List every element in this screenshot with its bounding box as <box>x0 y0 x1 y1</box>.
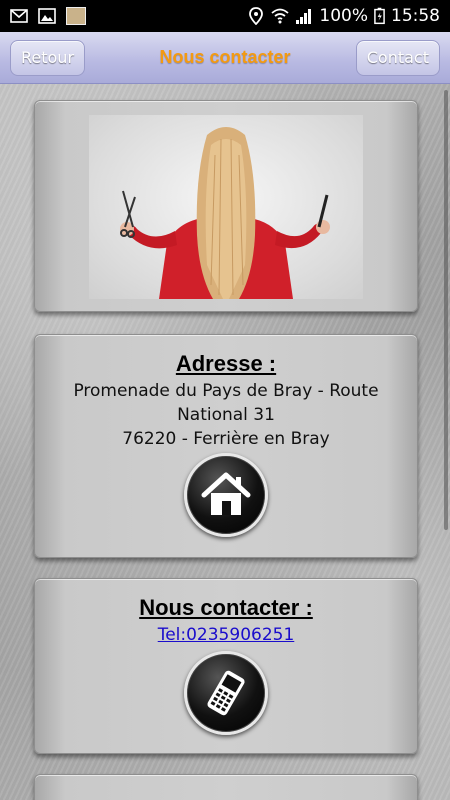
address-line-3: 76220 - Ferrière en Bray <box>122 429 330 449</box>
location-icon <box>249 7 264 25</box>
signal-icon <box>296 9 312 24</box>
home-icon <box>201 472 251 515</box>
clock: 15:58 <box>391 6 440 26</box>
gallery-icon <box>38 8 56 24</box>
gmail-icon <box>10 9 28 23</box>
hairdresser-illustration <box>120 127 330 299</box>
address-card: Adresse : Promenade du Pays de Bray - Ro… <box>34 334 418 558</box>
status-bar: 100% 15:58 <box>0 0 450 32</box>
wifi-icon <box>271 8 289 24</box>
content-area[interactable]: Adresse : Promenade du Pays de Bray - Ro… <box>0 84 450 800</box>
nav-bar: Retour Nous contacter Contact <box>0 32 450 84</box>
photo-card <box>34 100 418 312</box>
back-button[interactable]: Retour <box>10 39 86 76</box>
thumbnail-icon <box>66 7 86 25</box>
status-left <box>10 7 86 25</box>
address-heading: Adresse : <box>175 351 277 376</box>
address-line-2: National 31 <box>177 405 275 425</box>
address-line-1: Promenade du Pays de Bray - Route <box>73 381 379 401</box>
mobile-phone-icon <box>207 670 245 716</box>
contact-heading: Nous contacter : <box>139 595 313 620</box>
battery-percent: 100% <box>319 6 368 26</box>
next-card <box>34 774 418 800</box>
call-button[interactable] <box>184 651 268 735</box>
contact-button[interactable]: Contact <box>355 39 440 76</box>
battery-icon <box>374 7 385 25</box>
home-button[interactable] <box>184 453 268 537</box>
address-text: Promenade du Pays de Bray - Route Nation… <box>35 379 417 451</box>
status-right: 100% 15:58 <box>247 6 440 26</box>
contact-card: Nous contacter : Tel:0235906251 <box>34 578 418 754</box>
phone-link[interactable]: Tel:0235906251 <box>35 625 417 645</box>
hairdresser-photo <box>89 115 363 299</box>
scrollbar[interactable] <box>444 90 448 530</box>
